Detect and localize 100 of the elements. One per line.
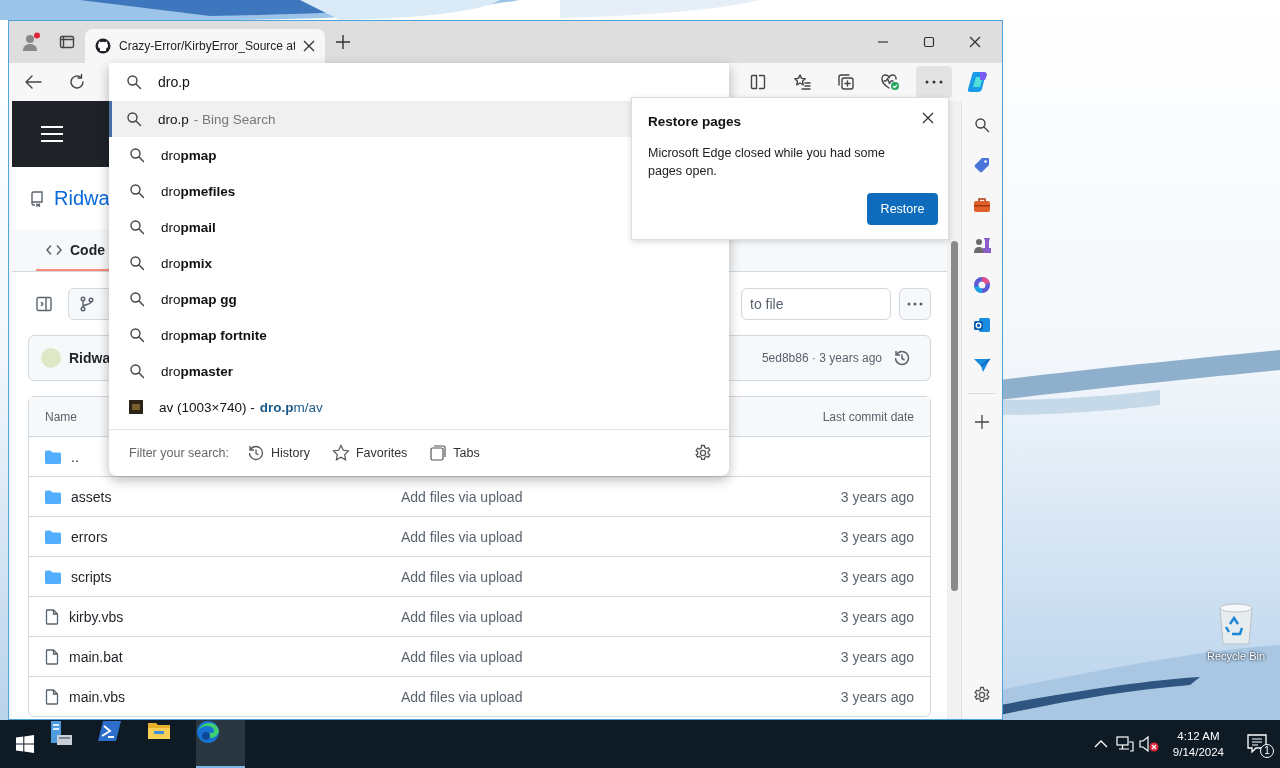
close-icon xyxy=(969,36,981,48)
network-icon xyxy=(1115,735,1134,753)
restore-button[interactable]: Restore xyxy=(867,193,938,225)
commit-date: 3 years ago xyxy=(840,648,914,665)
folder-icon xyxy=(45,449,61,464)
search-icon xyxy=(129,291,145,307)
file-name[interactable]: errors xyxy=(71,528,108,545)
split-screen-icon xyxy=(749,73,767,91)
file-name[interactable]: kirby.vbs xyxy=(69,608,124,625)
add-icon xyxy=(975,415,989,429)
file-icon xyxy=(45,648,59,665)
file-icon xyxy=(45,608,59,625)
sidebar-toggle-icon xyxy=(36,296,52,312)
history-icon xyxy=(893,349,911,367)
suggestion[interactable]: dropmap fortnite xyxy=(109,317,729,353)
scrollbar-thumb[interactable] xyxy=(951,241,958,591)
search-icon xyxy=(129,363,145,379)
suggestion[interactable]: av (1003×740) - dro.pm/av xyxy=(109,389,729,425)
commit-message[interactable]: Add files via upload xyxy=(401,488,523,505)
start-icon xyxy=(15,735,34,753)
repo-link[interactable]: Ridwa xyxy=(54,187,110,210)
commit-date: 3 years ago xyxy=(840,688,914,705)
more-icon xyxy=(925,80,943,84)
file-name[interactable]: main.vbs xyxy=(69,688,126,705)
file-icon xyxy=(45,688,59,705)
menu-icon xyxy=(40,125,64,143)
thumbnail-icon xyxy=(129,400,143,414)
new-tab-icon xyxy=(336,35,350,49)
scrollbar[interactable] xyxy=(947,101,961,719)
maximize-icon xyxy=(923,36,935,48)
send-icon xyxy=(973,357,991,373)
close-icon[interactable] xyxy=(303,40,315,52)
commit-date: 3 years ago xyxy=(840,608,914,625)
search-icon xyxy=(129,255,145,271)
browser-icon xyxy=(196,720,220,744)
commit-date: 3 years ago xyxy=(840,528,914,545)
folder-icon xyxy=(45,529,61,544)
more-options-icon xyxy=(907,302,923,306)
commit-date: 3 years ago xyxy=(840,488,914,505)
avatar xyxy=(41,348,61,368)
toolbox-icon xyxy=(973,197,991,213)
suggestion[interactable]: dropmap gg xyxy=(109,281,729,317)
tab-actions-icon xyxy=(59,34,75,50)
recycle-bin-icon xyxy=(1217,602,1255,646)
commit-message[interactable]: Add files via upload xyxy=(401,648,523,665)
folder-icon xyxy=(45,569,61,584)
filter-button[interactable]: History xyxy=(247,444,310,462)
clock[interactable]: 4:12 AM 9/14/2024 xyxy=(1160,728,1236,760)
address-field[interactable]: dro.p xyxy=(158,74,558,90)
tabs-icon xyxy=(429,444,448,462)
taskbar-app[interactable] xyxy=(196,720,245,768)
popup-message: Microsoft Edge closed while you had some pages open. xyxy=(648,145,886,180)
settings-icon xyxy=(694,444,712,462)
search-icon xyxy=(129,219,145,235)
refresh-icon xyxy=(68,73,86,91)
notification-count: 1 xyxy=(1260,744,1274,758)
folder-icon xyxy=(45,489,61,504)
file-name[interactable]: main.bat xyxy=(69,648,123,665)
clock-icon xyxy=(247,444,266,462)
tag-icon xyxy=(973,156,991,174)
suggestion[interactable]: dropmaster xyxy=(109,353,729,389)
copilot-icon xyxy=(967,71,989,93)
branch-icon xyxy=(79,296,95,312)
commit-message[interactable]: Add files via upload xyxy=(401,688,523,705)
search-icon xyxy=(129,183,145,199)
volume-icon xyxy=(1138,735,1159,753)
file-search-field[interactable]: to file xyxy=(741,288,891,320)
search-icon xyxy=(974,117,990,133)
show-hidden-icons-icon xyxy=(1093,739,1108,749)
search-icon xyxy=(129,327,145,343)
back-icon xyxy=(24,74,42,90)
commit-author[interactable]: Ridwa xyxy=(69,350,111,366)
browser-essentials-icon xyxy=(880,73,900,91)
commit-message[interactable]: Add files via upload xyxy=(401,608,523,625)
github-icon xyxy=(95,38,111,54)
filter-label: Filter your search: xyxy=(129,446,230,460)
collections-icon xyxy=(837,73,855,91)
commit-message[interactable]: Add files via upload xyxy=(401,528,523,545)
star-icon xyxy=(331,444,350,462)
close-icon xyxy=(922,112,934,124)
filter-button[interactable]: Favorites xyxy=(331,444,408,462)
notifications-icon[interactable] xyxy=(1247,734,1269,754)
filter-button[interactable]: Tabs xyxy=(429,444,480,462)
settings-icon xyxy=(973,686,991,704)
commit-date: 3 years ago xyxy=(840,568,914,585)
mail-icon xyxy=(973,316,991,334)
repo-icon xyxy=(30,190,44,207)
column-header: Last commit date xyxy=(822,409,914,424)
file-name[interactable]: assets xyxy=(71,488,112,505)
favorites-icon xyxy=(793,73,811,91)
search-icon xyxy=(126,74,142,90)
folder-icon xyxy=(147,720,171,740)
chess-pieces-icon xyxy=(973,236,991,254)
commit-info[interactable]: 5ed8b86 · 3 years ago xyxy=(761,351,882,365)
commit-message[interactable]: Add files via upload xyxy=(401,568,523,585)
file-name[interactable]: .. xyxy=(71,448,79,465)
profile-icon xyxy=(21,32,41,52)
search-icon xyxy=(126,111,142,127)
search-icon xyxy=(129,147,145,163)
file-name[interactable]: scripts xyxy=(71,568,112,585)
